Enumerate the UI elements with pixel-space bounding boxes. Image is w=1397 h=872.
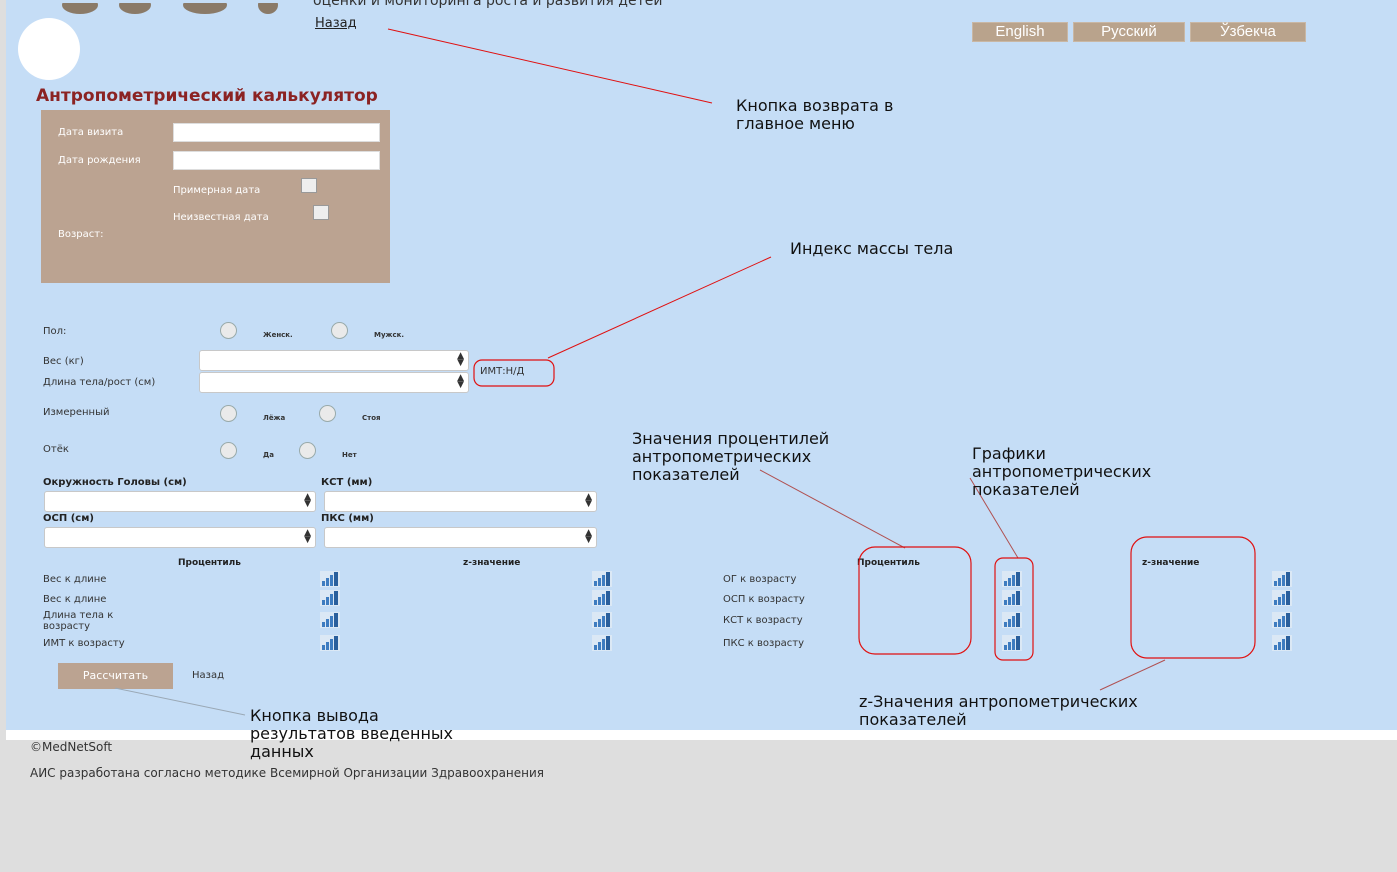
annotation-zscores: z-Значения антропометрических показателе… xyxy=(859,693,1138,729)
annotation-line: z-Значения антропометрических xyxy=(859,692,1138,711)
annotation-back-button: Кнопка возврата в главное меню xyxy=(736,97,893,133)
annotation-line: показателей xyxy=(972,480,1080,499)
annotation-line: показателей xyxy=(632,465,740,484)
annotation-line: главное меню xyxy=(736,114,855,133)
annotation-calc-button: Кнопка вывода результатов введенных данн… xyxy=(250,707,453,761)
annotation-charts: Графики антропометрических показателей xyxy=(972,445,1151,499)
annotation-line: результатов введенных xyxy=(250,724,454,743)
annotation-line: Графики xyxy=(972,444,1046,463)
annotation-line: антропометрических xyxy=(972,462,1152,481)
annotation-line: антропометрических xyxy=(632,447,812,466)
annotation-percentiles: Значения процентилей антропометрических … xyxy=(632,430,829,484)
annotation-line: Кнопка вывода xyxy=(250,706,379,725)
annotation-line: Кнопка возврата в xyxy=(736,96,894,115)
annotation-line: показателей xyxy=(859,710,967,729)
annotation-bmi: Индекс массы тела xyxy=(790,239,954,258)
annotation-line: Значения процентилей xyxy=(632,429,830,448)
annotation-line: данных xyxy=(250,742,314,761)
